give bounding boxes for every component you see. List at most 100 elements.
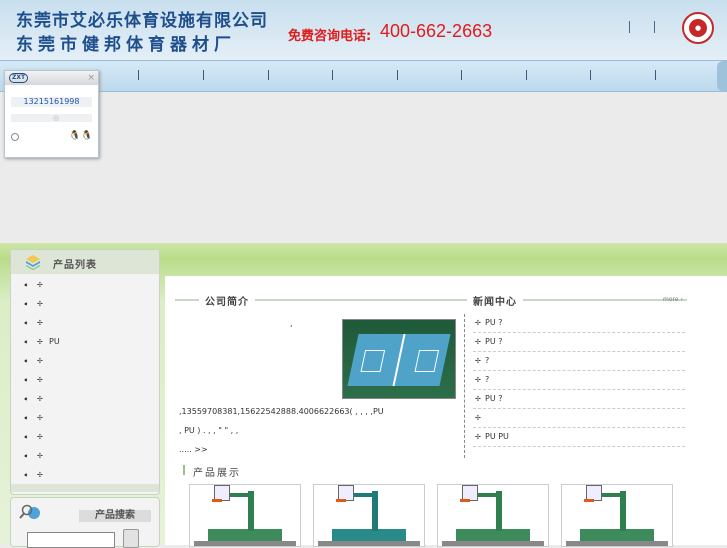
list-item[interactable]: ➧ ✢ <box>23 354 153 373</box>
widget-status-bar: ◎ <box>11 114 92 122</box>
nav-item-4[interactable] <box>268 70 269 80</box>
list-item[interactable]: ✢ PU ? <box>473 390 685 409</box>
bullet-icon: ✢ <box>37 433 43 441</box>
stack-icon <box>26 255 40 270</box>
about-text-line: ,13559708381,15622542888.4006622663( , ,… <box>179 407 384 416</box>
widget-status-icon: ◎ <box>53 114 60 122</box>
product-list-header: 产品列表 <box>11 250 159 274</box>
arrow-icon: ➧ <box>23 395 29 403</box>
hotline-number[interactable]: 400-662-2663 <box>380 21 492 42</box>
nav-item-7[interactable] <box>461 70 462 80</box>
header-separator <box>654 21 655 33</box>
arrow-icon: ➧ <box>23 376 29 384</box>
hoop-base <box>456 529 530 541</box>
arrow-icon: ➧ <box>23 433 29 441</box>
news-item-title[interactable]: PU ? <box>485 318 502 327</box>
category-label[interactable]: PU <box>49 337 60 346</box>
product-card[interactable] <box>561 484 673 547</box>
seal-mark-icon: ● <box>689 19 707 37</box>
list-item[interactable]: ✢ <box>473 409 685 428</box>
radio-icon[interactable] <box>11 133 19 141</box>
arrow-icon: ➧ <box>23 471 29 479</box>
list-item[interactable]: ➧ ✢ <box>23 373 153 392</box>
hoop-rim <box>460 499 470 502</box>
news-item-title[interactable]: PU PU <box>485 432 509 441</box>
widget-titlebar: ZXT × <box>5 71 98 85</box>
list-item[interactable]: ➧ ✢ <box>23 278 153 297</box>
product-card[interactable] <box>313 484 425 547</box>
main-nav-bar <box>0 60 727 92</box>
list-item[interactable]: ✢ ? <box>473 352 685 371</box>
list-item[interactable]: ➧ ✢ <box>23 430 153 449</box>
bullet-icon: ✢ <box>475 338 481 346</box>
search-button[interactable] <box>123 529 139 548</box>
news-list: ✢ PU ? ✢ PU ? ✢ ? ✢ ? ✢ PU ? ✢ ✢ PU PU <box>473 314 685 447</box>
list-item[interactable]: ➧ ✢ PU <box>23 335 153 354</box>
product-caption <box>318 541 420 546</box>
product-card[interactable] <box>189 484 301 547</box>
hotline-label: 免费咨询电话: <box>288 29 372 44</box>
news-item-title[interactable]: ? <box>485 356 489 365</box>
about-section-header: 公司简介 <box>175 292 465 308</box>
list-item[interactable]: ✢ PU ? <box>473 314 685 333</box>
about-court-photo[interactable] <box>342 319 456 399</box>
list-item[interactable]: ✢ PU ? <box>473 333 685 352</box>
bullet-icon: ✢ <box>37 357 43 365</box>
hoop-rim <box>336 499 346 502</box>
nav-item-3[interactable] <box>203 70 204 80</box>
list-item[interactable]: ➧ ✢ <box>23 297 153 316</box>
list-item[interactable]: ✢ ? <box>473 371 685 390</box>
about-read-more-link[interactable]: ..... >> <box>179 445 208 454</box>
court-line <box>414 350 440 372</box>
list-item[interactable]: ➧ ✢ <box>23 411 153 430</box>
arrow-icon: ➧ <box>23 357 29 365</box>
hoop-rim <box>584 499 594 502</box>
news-item-title[interactable]: ? <box>485 375 489 384</box>
nav-item-10[interactable] <box>655 70 656 80</box>
site-header: 东莞市艾必乐体育设施有限公司 东莞市健邦体育器材厂 免费咨询电话: 400-66… <box>0 0 727 60</box>
bullet-icon: ✢ <box>37 319 43 327</box>
search-input[interactable] <box>27 532 115 548</box>
widget-brand-logo: ZXT <box>9 73 29 83</box>
nav-item-5[interactable] <box>332 70 333 80</box>
arrow-icon: ➧ <box>23 452 29 460</box>
nav-item-6[interactable] <box>397 70 398 80</box>
court-line <box>392 334 406 386</box>
news-more-link[interactable]: more › <box>663 296 683 303</box>
list-item[interactable]: ➧ ✢ <box>23 316 153 335</box>
hoop-pole <box>372 491 378 531</box>
list-item[interactable]: ✢ PU PU <box>473 428 685 447</box>
about-text-line: , PU ) . , , " " , , <box>179 426 239 435</box>
qq-penguin-icon[interactable]: 🐧 <box>81 131 92 141</box>
bullet-icon: ✢ <box>37 376 43 384</box>
hoop-rim <box>212 499 222 502</box>
product-category-list: ➧ ✢ ➧ ✢ ➧ ✢ ➧ ✢ PU ➧ ✢ ➧ ✢ ➧ ✢ ➧ ✢ ➧ ✢ ➧ ✢ ➧ ✢ <box>23 278 153 487</box>
nav-item-9[interactable] <box>590 70 591 80</box>
news-title: 新闻中心 <box>467 293 523 308</box>
nav-item-8[interactable] <box>526 70 527 80</box>
list-item[interactable]: ➧ ✢ <box>23 392 153 411</box>
products-title: 产品展示 <box>193 468 241 479</box>
qq-penguin-icon[interactable]: 🐧 <box>69 131 80 141</box>
product-card[interactable] <box>437 484 549 547</box>
news-item-title[interactable]: PU ? <box>485 394 502 403</box>
product-caption <box>194 541 296 546</box>
bullet-icon: ✢ <box>37 452 43 460</box>
magnifier-globe-icon <box>19 504 40 519</box>
bullet-icon: ✢ <box>37 414 43 422</box>
bullet-icon: ✢ <box>475 433 481 441</box>
product-caption <box>566 541 668 546</box>
news-item-title[interactable]: PU ? <box>485 337 502 346</box>
close-icon[interactable]: × <box>87 72 95 84</box>
nav-item-2[interactable] <box>138 70 139 80</box>
bullet-icon: ✢ <box>37 338 43 346</box>
about-text-line: , <box>290 319 293 328</box>
hoop-pole <box>620 491 626 531</box>
brand-seal-logo[interactable]: ● <box>682 12 714 44</box>
bullet-icon: ✢ <box>475 395 481 403</box>
company-name-primary: 东莞市艾必乐体育设施有限公司 <box>16 11 268 31</box>
hoop-pole <box>496 491 502 531</box>
product-search-title: 产品搜索 <box>79 510 151 522</box>
nav-end-cap <box>717 61 727 91</box>
list-item[interactable]: ➧ ✢ <box>23 449 153 468</box>
